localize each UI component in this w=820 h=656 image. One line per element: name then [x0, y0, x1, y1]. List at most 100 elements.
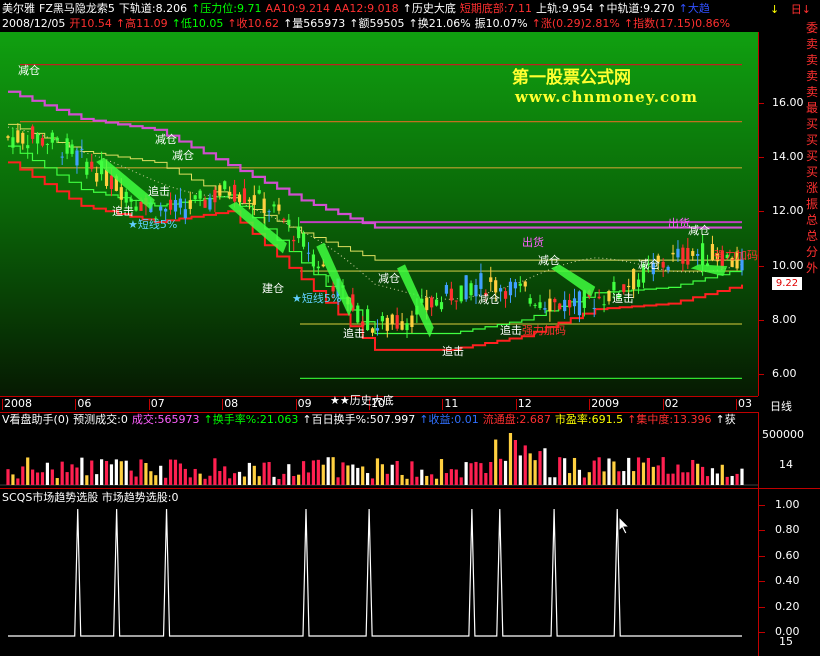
candle-body: [277, 204, 281, 211]
volume-bar: [90, 460, 94, 485]
volume-bar: [405, 478, 409, 485]
right-menu-item[interactable]: 总: [804, 228, 820, 244]
signal-annotation: 建仓: [262, 282, 284, 295]
price-tick-mark: [758, 211, 764, 213]
volume-bar: [627, 457, 631, 485]
volume-bar: [55, 478, 59, 485]
volume-bar: [26, 457, 30, 485]
candle-body: [35, 133, 40, 144]
candle-body: [582, 290, 586, 308]
signal-annotation: 减仓: [688, 224, 710, 237]
volume-bar: [474, 461, 478, 485]
volume-bar: [548, 477, 552, 485]
candle-body: [159, 206, 163, 211]
right-menu-item[interactable]: 买: [804, 116, 820, 132]
header-line-2-item: ↑量565973: [283, 17, 346, 30]
indicator-chart[interactable]: [0, 505, 758, 656]
candle-body: [661, 261, 665, 268]
candle-body: [104, 169, 109, 186]
header-line-1-item: ↑压力位:9.71: [191, 2, 262, 15]
volume-bar: [129, 470, 133, 485]
indicator-tick: [759, 555, 765, 557]
volume-bar: [705, 476, 710, 485]
header-line-2-item: ↑换21.06%: [408, 17, 471, 30]
right-menu-item[interactable]: 卖: [804, 36, 820, 52]
time-axis-label: 02: [664, 397, 679, 410]
right-menu-item[interactable]: 买: [804, 164, 820, 180]
header-top-right-icons[interactable]: ↓ 日↓: [770, 1, 811, 17]
volume-bar: [651, 466, 655, 485]
signal-annotation: 减仓: [172, 149, 194, 162]
scroll-down-icon[interactable]: ↓: [770, 3, 779, 16]
period-menu-icon[interactable]: 日↓: [791, 3, 811, 16]
time-tick: [515, 399, 517, 410]
candle-body: [70, 144, 74, 154]
indicator-tick: [759, 581, 765, 583]
volume-header-item: 流通盘:2.687: [482, 413, 551, 426]
time-tick: [662, 399, 664, 410]
volume-bar: [208, 475, 212, 485]
candle-body: [454, 300, 458, 302]
volume-bar: [21, 466, 25, 485]
volume-chart[interactable]: [0, 428, 758, 486]
right-menu-item[interactable]: 外: [804, 260, 820, 276]
volume-bar: [95, 474, 99, 485]
header-line-2: 2008/12/05 开10.54 ↑高11.09 ↑低10.05 ↑收10.62 ↑量5…: [2, 16, 734, 31]
candle-body: [26, 145, 30, 149]
candle-body: [228, 191, 232, 196]
volume-bar: [65, 472, 69, 485]
signal-annotation: 追击: [148, 185, 170, 198]
candle-body: [45, 143, 50, 145]
volume-bar: [454, 469, 458, 485]
header-line-1-item: FZ黑马隐龙索5: [39, 2, 115, 15]
volume-bar: [287, 464, 291, 485]
right-menu-item[interactable]: 买: [804, 148, 820, 164]
signal-annotation: ★短线5%: [128, 218, 178, 231]
volume-bar: [636, 457, 641, 485]
right-menu-item[interactable]: 卖: [804, 84, 820, 100]
indicator-tick: [759, 606, 765, 608]
right-side-menu[interactable]: 委卖卖卖卖最买买买买涨振总总分外: [804, 20, 820, 276]
volume-bar: [700, 466, 705, 485]
candle-body: [366, 309, 370, 331]
right-menu-item[interactable]: 分: [804, 244, 820, 260]
candle-body: [80, 148, 84, 150]
volume-bar: [691, 459, 695, 485]
volume-bar: [410, 461, 414, 485]
volume-header-item: ↑集中度:13.396: [627, 413, 712, 426]
volume-bar: [119, 461, 123, 485]
candle-body: [548, 298, 552, 312]
volume-bar: [375, 458, 380, 485]
signal-annotation: 减仓: [378, 272, 400, 285]
volume-bar: [661, 457, 665, 485]
right-menu-item[interactable]: 最: [804, 100, 820, 116]
volume-bar: [420, 469, 424, 485]
candle-body: [538, 302, 542, 308]
volume-bar: [563, 458, 567, 485]
volume-bar: [587, 472, 591, 485]
right-menu-item[interactable]: 振: [804, 196, 820, 212]
volume-bar: [11, 474, 15, 485]
header-line-2-item: ↑低10.05: [171, 17, 224, 30]
volume-bar: [439, 459, 444, 485]
price-tick-label: 12.00: [772, 204, 804, 218]
candle-body: [632, 269, 636, 290]
candle-body: [297, 226, 301, 239]
volume-bar: [513, 439, 517, 485]
volume-bar: [272, 476, 276, 485]
volume-bar: [489, 461, 493, 485]
right-menu-item[interactable]: 总: [804, 212, 820, 228]
candle-body: [356, 305, 360, 323]
volume-bar: [252, 465, 256, 485]
right-menu-item[interactable]: 卖: [804, 68, 820, 84]
right-menu-item[interactable]: 买: [804, 132, 820, 148]
header-line-1-item: 美尔雅: [2, 2, 35, 15]
volume-bar: [16, 478, 20, 485]
volume-bar: [484, 473, 488, 485]
volume-bar: [730, 475, 734, 485]
right-menu-item[interactable]: 卖: [804, 52, 820, 68]
right-menu-item[interactable]: 涨: [804, 180, 820, 196]
header-line-2-item: ↑涨(0.29)2.81%: [531, 17, 620, 30]
right-menu-item[interactable]: 委: [804, 20, 820, 36]
volume-bar: [415, 476, 419, 485]
